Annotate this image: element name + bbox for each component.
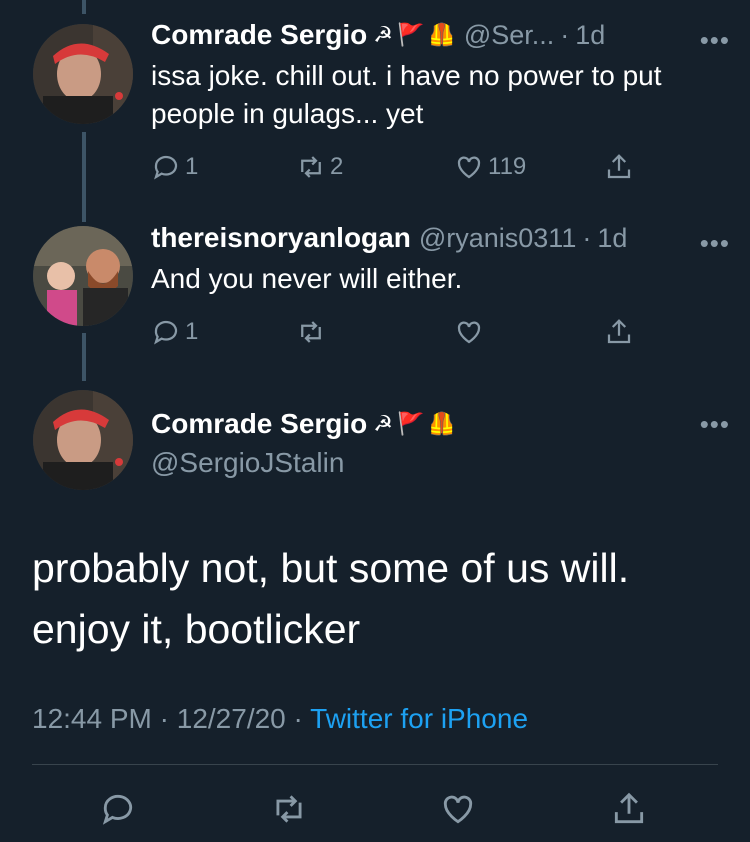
user-handle[interactable]: @SergioJStalin <box>151 447 730 479</box>
main-tweet-text-line1: probably not, but some of us will. <box>32 545 630 591</box>
like-icon[interactable] <box>439 790 477 828</box>
user-handle[interactable]: @ryanis0311 <box>419 223 577 254</box>
tweet-text: issa joke. chill out. i have no power to… <box>151 60 662 129</box>
like-button[interactable]: 119 <box>454 152 604 182</box>
main-tweet-header: Comrade Sergio ☭ 🚩 🦺 @SergioJStalin ••• <box>151 405 730 479</box>
timestamp: 1d <box>597 222 628 253</box>
reply-icon <box>154 155 178 180</box>
timestamp: 1d <box>575 19 606 50</box>
main-tweet-text-line2: enjoy it, bootlicker <box>32 606 361 652</box>
hammer-sickle-badge: ☭ <box>373 411 394 436</box>
tweet-meta: 12:44 PM · 12/27/20 · Twitter for iPhone <box>32 703 528 735</box>
safety-vest-badge: 🦺 <box>428 22 456 47</box>
more-options-icon[interactable]: ••• <box>700 25 730 56</box>
tweet-reply-1[interactable]: Comrade Sergio ☭ 🚩 🦺 @Ser... · 1d ••• is… <box>151 15 730 187</box>
main-name-line: Comrade Sergio ☭ 🚩 🦺 <box>151 405 730 443</box>
share-icon <box>607 154 631 179</box>
avatar-main-comrade-sergio[interactable] <box>33 390 133 490</box>
more-options-icon[interactable]: ••• <box>700 228 730 259</box>
reply-count: 1 <box>185 318 199 345</box>
tweet-actions: 1 2 119 <box>151 147 730 187</box>
reply-icon <box>154 320 178 345</box>
main-tweet-text: probably not, but some of us will. enjoy… <box>32 538 718 660</box>
retweet-icon[interactable] <box>270 790 308 828</box>
share-button[interactable] <box>604 152 634 182</box>
display-name[interactable]: thereisnoryanlogan <box>151 222 411 254</box>
retweet-button[interactable]: 2 <box>296 152 454 182</box>
display-name[interactable]: Comrade Sergio <box>151 19 367 51</box>
name-badges: ☭ 🚩 🦺 <box>373 24 456 46</box>
name-badges: ☭ 🚩 🦺 <box>373 413 456 435</box>
time-separator: · <box>582 222 592 253</box>
like-count: 119 <box>488 153 527 180</box>
retweet-icon <box>301 156 321 178</box>
red-flag-badge: 🚩 <box>397 22 425 47</box>
like-icon <box>457 156 481 179</box>
avatar-comrade-sergio[interactable] <box>33 24 133 124</box>
tweet-date: 12/27/20 <box>176 703 286 734</box>
meta-separator: · <box>159 703 169 734</box>
avatar-thereisnoryanlogan[interactable] <box>33 226 133 326</box>
retweet-icon <box>301 321 321 343</box>
tweet-text: And you never will either. <box>151 263 463 294</box>
share-button[interactable] <box>604 317 634 347</box>
reply-button[interactable]: 1 <box>151 317 296 347</box>
reply-icon[interactable] <box>99 790 137 828</box>
like-icon <box>457 321 481 344</box>
red-flag-badge: 🚩 <box>397 411 425 436</box>
safety-vest-badge: 🦺 <box>428 411 456 436</box>
meta-separator: · <box>293 703 303 734</box>
thread-line-mid <box>82 132 86 222</box>
share-icon[interactable] <box>610 790 648 828</box>
tweet-header: thereisnoryanlogan @ryanis0311 · 1d <box>151 218 730 258</box>
like-button[interactable] <box>454 317 604 347</box>
retweet-button[interactable] <box>296 317 454 347</box>
thread-line-top <box>82 0 86 14</box>
reply-button[interactable]: 1 <box>151 152 296 182</box>
tweet-source-link[interactable]: Twitter for iPhone <box>310 703 528 734</box>
tweet-header: Comrade Sergio ☭ 🚩 🦺 @Ser... · 1d <box>151 15 730 55</box>
more-options-icon[interactable]: ••• <box>700 409 730 440</box>
user-handle[interactable]: @Ser... <box>464 20 554 51</box>
time-separator: · <box>560 19 570 50</box>
divider <box>32 764 718 765</box>
retweet-count: 2 <box>330 153 344 180</box>
thread-line-bottom <box>82 333 86 381</box>
display-name[interactable]: Comrade Sergio <box>151 408 367 440</box>
reply-count: 1 <box>185 153 199 180</box>
main-tweet-actions <box>0 790 750 830</box>
tweet-time: 12:44 PM <box>32 703 152 734</box>
hammer-sickle-badge: ☭ <box>373 22 394 47</box>
share-icon <box>607 319 631 344</box>
tweet-reply-2[interactable]: thereisnoryanlogan @ryanis0311 · 1d ••• … <box>151 218 730 352</box>
tweet-actions: 1 <box>151 312 730 352</box>
